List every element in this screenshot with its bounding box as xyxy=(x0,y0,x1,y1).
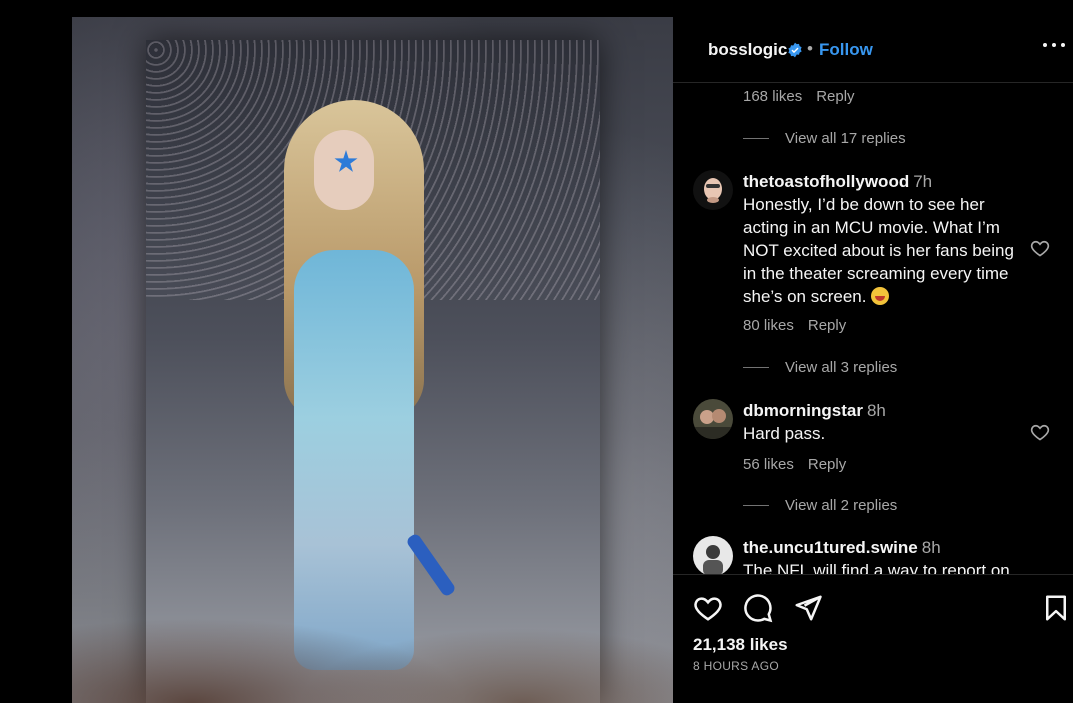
post-timestamp: 8 HOURS AGO xyxy=(693,659,779,673)
comment-username[interactable]: thetoastofhollywood xyxy=(743,172,909,191)
view-replies-button[interactable]: View all 2 replies xyxy=(743,497,897,514)
post-side-panel: bosslogic • Follow 168 likes Reply View a… xyxy=(673,17,1073,703)
share-send-icon[interactable] xyxy=(793,593,823,623)
post-image[interactable] xyxy=(72,17,673,703)
post-header: bosslogic • Follow xyxy=(673,17,1073,83)
comment-time: 8h xyxy=(921,538,941,557)
comment-time: 7h xyxy=(913,172,933,191)
comment-meta: 56 likes Reply xyxy=(743,456,846,473)
post-actions-bar: 21,138 likes 8 HOURS AGO xyxy=(673,574,1073,703)
like-comment-heart-icon[interactable] xyxy=(1030,238,1050,258)
avatar[interactable] xyxy=(693,536,733,574)
comment-bubble-icon[interactable] xyxy=(743,593,773,623)
comment-text-block: the.uncu1tured.swine 8h The NFL will find… xyxy=(743,536,1028,574)
verified-badge-icon xyxy=(788,42,802,58)
reply-button[interactable]: Reply xyxy=(808,456,846,473)
header-separator: • xyxy=(807,39,813,58)
comment-time: 8h xyxy=(866,401,886,420)
comments-list[interactable]: 168 likes Reply View all 17 replies theto… xyxy=(673,83,1073,574)
bookmark-save-icon[interactable] xyxy=(1041,593,1071,623)
post-likes-count[interactable]: 21,138 likes xyxy=(693,635,788,655)
comment-text-block: dbmorningstar 8h Hard pass. xyxy=(743,399,1028,445)
comment-meta: 80 likes Reply xyxy=(743,317,846,334)
like-comment-heart-icon[interactable] xyxy=(1030,422,1050,442)
comment-likes[interactable]: 56 likes xyxy=(743,456,794,473)
comment-text: Hard pass. xyxy=(743,424,826,443)
avatar[interactable] xyxy=(693,399,733,439)
comment-likes[interactable]: 80 likes xyxy=(743,317,794,334)
comment-username[interactable]: the.uncu1tured.swine xyxy=(743,538,918,557)
crowd-hands-foreground xyxy=(72,553,673,703)
comment-text: The NFL will find a way to report on xyxy=(743,561,1010,574)
comment-username[interactable]: dbmorningstar xyxy=(743,401,863,420)
comment-meta: 168 likes Reply xyxy=(743,88,855,105)
reply-button[interactable]: Reply xyxy=(816,88,854,105)
view-replies-button[interactable]: View all 3 replies xyxy=(743,359,897,376)
more-options-icon[interactable] xyxy=(1043,43,1065,51)
view-replies-button[interactable]: View all 17 replies xyxy=(743,130,906,147)
follow-button[interactable]: Follow xyxy=(819,40,873,60)
avatar[interactable] xyxy=(693,170,733,210)
author-username[interactable]: bosslogic xyxy=(708,40,787,60)
laughing-emoji-icon xyxy=(871,287,890,305)
instagram-post-window: bosslogic • Follow 168 likes Reply View a… xyxy=(0,0,1073,703)
comment-likes[interactable]: 168 likes xyxy=(743,88,802,105)
comment-text-block: thetoastofhollywood 7h Honestly, I’d be d… xyxy=(743,170,1028,308)
like-heart-icon[interactable] xyxy=(693,593,723,623)
reply-button[interactable]: Reply xyxy=(808,317,846,334)
